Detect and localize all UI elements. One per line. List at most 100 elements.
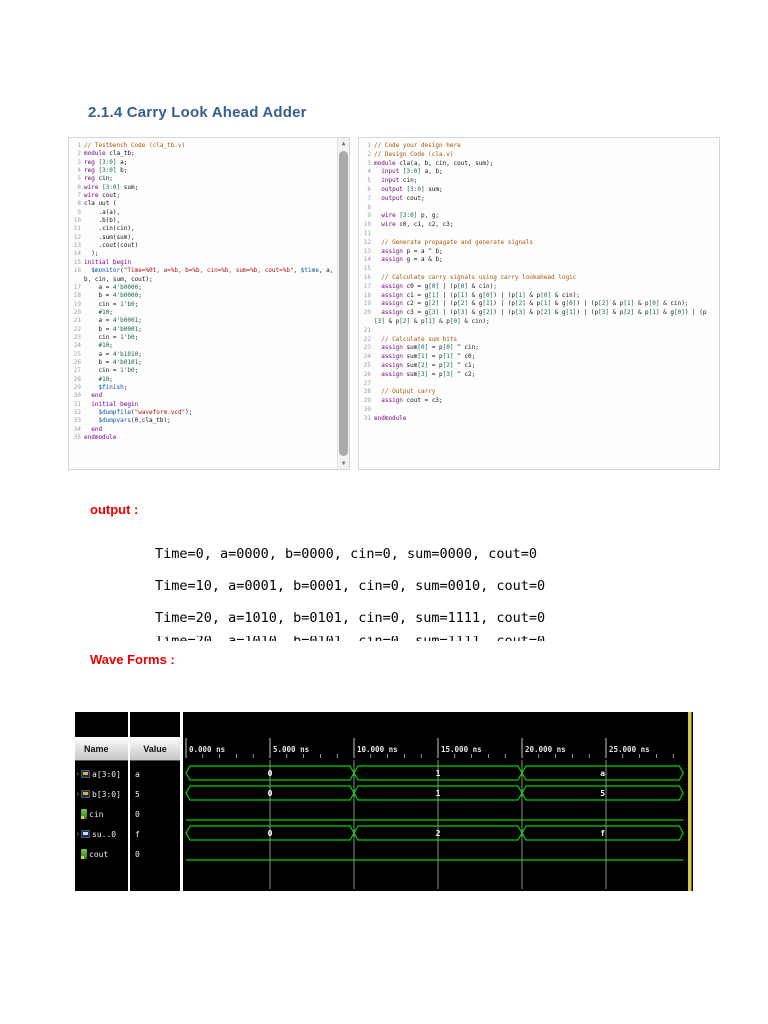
waveforms-label: Wave Forms : [90,652,175,667]
code-text: reg cin; [84,175,113,183]
code-line: 30 [359,406,716,415]
line-number: 3 [77,158,81,166]
ruler-label: 20.000 ns [525,745,566,754]
code-text: cin = 1'b0; [84,367,139,375]
code-text: .sum(sum), [84,233,135,241]
code-line: 6 output [3:0] sum; [359,186,716,195]
line-number: 26 [363,370,371,378]
code-line: 23 assign sum[0] = p[0] ^ cin; [359,344,716,353]
code-line: 24 #10; [69,342,337,350]
line-number: 7 [77,192,81,200]
testbench-scrollbar[interactable]: ▲ ▼ [337,138,349,469]
code-line: 19 cin = 1'b0; [69,301,337,309]
line-number: 11 [73,225,81,233]
line-number: 11 [363,229,371,237]
code-line: 13 .cout(cout) [69,242,337,250]
line-number: 15 [363,265,371,273]
code-line: 26 b = 4'b0101; [69,359,337,367]
code-text: cla uut ( [84,200,117,208]
signal-value-su..0: f [135,829,140,839]
line-number: 6 [77,183,81,191]
code-text: wire [3:0] sum; [84,183,139,191]
waveform-viewer: Name › a[3:0] › b[3:0] cin › su..0 cout Value a… [75,712,693,891]
line-number: 25 [363,361,371,369]
line-number: 21 [363,326,371,334]
console-output: Time=0, a=0000, b=0000, cin=0, sum=0000,… [155,538,545,634]
document-page: 2.1.4 Carry Look Ahead Adder 1// Testben… [0,0,768,1024]
code-text: module cla_tb; [84,150,135,158]
signal-value-b[3:0]: 5 [135,789,140,799]
line-number: 17 [363,282,371,290]
code-text: // Calculate sum bits [381,335,458,343]
code-text: #10; [98,308,113,316]
code-line: 9 wire [3:0] p, g; [359,212,716,221]
code-text: wire c0, c1, c2, c3; [381,221,454,229]
code-text: .b(b), [84,217,121,225]
code-line: 9 .a(a), [69,209,337,217]
name-column-header[interactable]: Name [75,737,128,761]
code-text: assign sum[0] = p[0] ^ cin; [381,344,479,352]
code-line: 16 // Calculate carry signals using carr… [359,274,716,283]
line-number: 13 [363,247,371,255]
code-line: 7 wire cout; [69,192,337,200]
code-text: $dumpvars(0,cla_tb); [98,417,171,425]
code-line: 8 [359,204,716,213]
code-text: assign c1 = g[1] | (p[1] & g[0]) | (p[1]… [381,291,580,299]
bus-value-label: 1 [436,769,441,778]
line-number: 26 [73,358,81,366]
signal-name: cin [89,809,104,819]
signal-name-row-cout[interactable]: cout [75,844,128,864]
bus-signal-icon-white [81,830,90,838]
signal-value-a[3:0]: a [135,769,140,779]
ruler-label: 15.000 ns [441,745,482,754]
code-text: // Design Code (cla.v) [374,150,454,158]
design-code-area: 1// Code your design here 2// Design Code… [359,142,716,467]
code-line: 21 a = 4'b0001; [69,317,337,325]
code-text: assign p = a ^ b; [381,247,443,255]
scrollbar-thumb[interactable] [339,151,348,456]
line-number: 30 [363,405,371,413]
line-number: 27 [363,379,371,387]
line-number: 8 [367,203,371,211]
code-line: 25 a = 4'b1010; [69,351,337,359]
code-line: 32 $dumpfile("waveform.vcd"); [69,409,337,417]
line-number: 21 [73,317,81,325]
line-number: 20 [363,309,371,317]
code-text: .a(a), [84,208,121,216]
code-line: 6 wire [3:0] sum; [69,184,337,192]
bus-value-label: 5 [600,789,605,798]
signal-name-row-cin[interactable]: cin [75,804,128,824]
code-text: wire [3:0] p, g; [381,212,440,220]
code-line: 30 end [69,392,337,400]
line-number: 2 [367,150,371,158]
testbench-code-panel: 1// Testbench Code (cla_tb.v) 2 module cla… [68,137,350,470]
code-text: assign c0 = g[0] | (p[0] & cin); [381,282,497,290]
signal-name-row-a[3:0][interactable]: › a[3:0] [75,764,128,784]
code-text: cin = 1'b0; [84,300,139,308]
signal-name-row-b[3:0][interactable]: › b[3:0] [75,784,128,804]
scroll-down-icon[interactable]: ▼ [338,458,349,469]
bus-value-label: 0 [268,769,273,778]
code-line: 18 assign c1 = g[1] | (p[1] & g[0]) | (p… [359,292,716,301]
bit-signal-icon [81,849,87,859]
line-number: 1 [367,142,371,149]
console-output-line: Time=20, a=1010, b=0101, cin=0, sum=1111… [155,610,546,626]
code-text: initial begin [84,258,131,266]
code-text: .cout(cout) [84,242,139,250]
code-line: 12 // Generate propagate and generate si… [359,239,716,248]
scroll-up-icon[interactable]: ▲ [338,138,349,149]
code-line: 23 cin = 1'b0; [69,334,337,342]
code-line: 15 initial begin [69,259,337,267]
code-text: b = 4'b0001; [84,325,142,333]
line-number: 13 [73,242,81,250]
waveform-plot-area[interactable]: 0.000 ns 5.000 ns 10.000 ns 15.000 ns 20.000… [183,712,693,891]
code-text: assign sum[3] = p[3] ^ c2; [381,370,476,378]
value-column-header[interactable]: Value [130,737,180,761]
code-line: 11 [359,230,716,239]
signal-name-row-su..0[interactable]: › su..0 [75,824,128,844]
code-text: reg [3:0] b; [84,167,128,175]
code-line: 4 input [3:0] a, b; [359,168,716,177]
code-line: 34 end [69,426,337,434]
